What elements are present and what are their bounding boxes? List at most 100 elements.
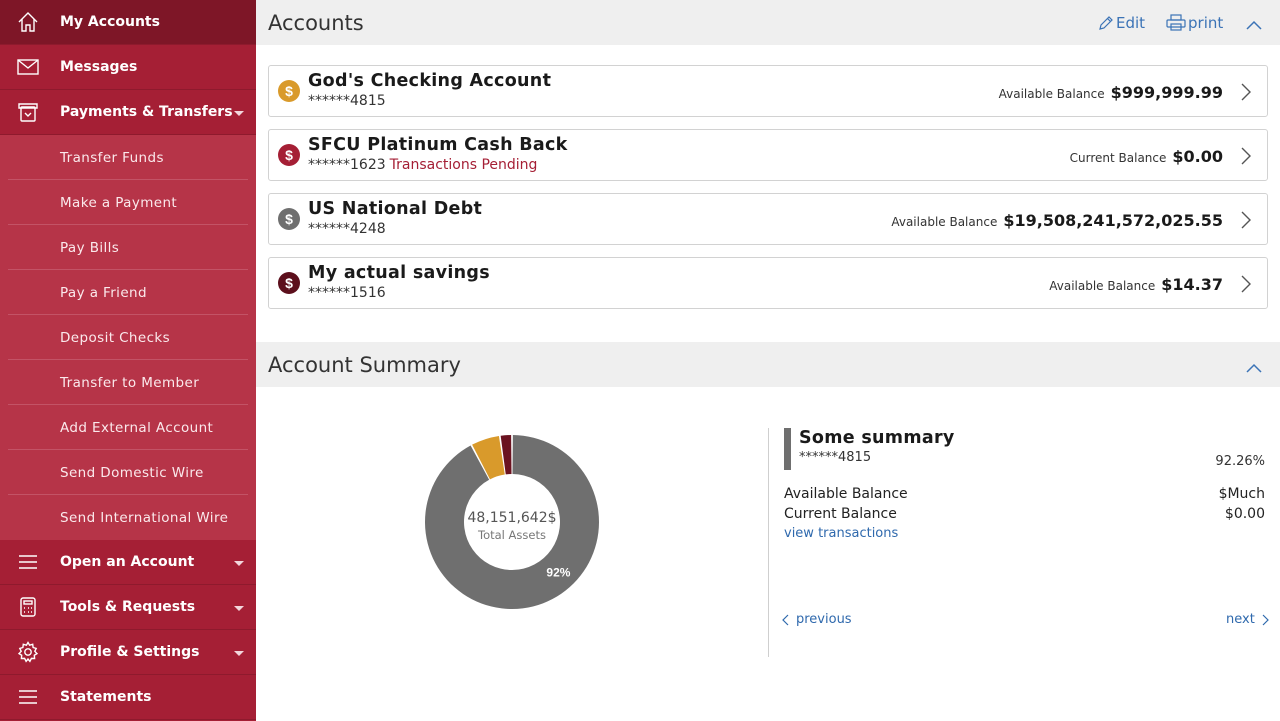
sidebar-subitem-label: Send International Wire [60,509,229,526]
collapse-summary-icon[interactable] [1246,363,1262,373]
sidebar-item-messages[interactable]: Messages [0,45,256,90]
account-name: US National Debt [308,199,483,219]
next-label: next [1226,612,1255,627]
account-card[interactable]: $ US National Debt ******4248 Available … [268,193,1268,245]
sidebar-subitem-pay-bills[interactable]: Pay Bills [0,225,256,270]
donut-segment-label: 92% [546,565,570,579]
sidebar-subitem-label: Pay a Friend [60,284,147,301]
summary-account-title: Some summary [799,428,955,448]
list-icon [17,686,39,708]
available-balance-label: Available Balance [784,486,908,502]
sidebar-subitem-international-wire[interactable]: Send International Wire [0,495,256,540]
sidebar-subitem-domestic-wire[interactable]: Send Domestic Wire [0,450,256,495]
edit-button[interactable]: Edit [1098,14,1145,32]
divider [768,428,769,657]
caret-down-icon [234,561,244,566]
sidebar-subitem-deposit-checks[interactable]: Deposit Checks [0,315,256,360]
caret-down-icon [234,651,244,656]
sidebar-item-label: Messages [60,59,138,75]
sidebar-subitem-label: Transfer Funds [60,149,164,166]
sidebar-item-open-account[interactable]: Open an Account [0,540,256,585]
caret-down-icon [234,606,244,611]
account-card[interactable]: $ My actual savings ******1516 Available… [268,257,1268,309]
summary-header: Account Summary [256,342,1280,387]
total-assets-label: Total Assets [478,528,546,542]
menu-icon [17,551,39,573]
sidebar-subitem-add-external[interactable]: Add External Account [0,405,256,450]
sidebar-subitem-label: Transfer to Member [60,374,200,391]
account-card[interactable]: $ SFCU Platinum Cash Back ******1623 Tran… [268,129,1268,181]
chevron-right-icon[interactable] [1241,83,1251,101]
home-icon [17,11,39,33]
print-button[interactable]: print [1166,14,1223,32]
account-balance: Available Balance $14.37 [1049,275,1223,294]
accounts-header: Accounts Edit print [256,0,1280,45]
account-number: ******1623 Transactions Pending [308,157,538,173]
sidebar-subitem-transfer-funds[interactable]: Transfer Funds [0,135,256,180]
sidebar-item-label: Open an Account [60,554,195,570]
current-balance-label: Current Balance [784,506,897,522]
summary-account-number: ******4815 [799,450,872,465]
previous-button[interactable]: previous [782,612,852,627]
summary-percent: 92.26% [1215,454,1265,469]
collapse-accounts-icon[interactable] [1246,20,1262,30]
accounts-title: Accounts [268,10,364,35]
view-transactions-link[interactable]: view transactions [784,526,898,541]
sidebar-item-statements[interactable]: Statements [0,675,256,720]
sidebar-subitem-transfer-member[interactable]: Transfer to Member [0,360,256,405]
calculator-icon [17,596,39,618]
sidebar-item-label: Profile & Settings [60,644,200,660]
sidebar-subitem-label: Make a Payment [60,194,178,211]
summary-color-bar [784,428,791,470]
chevron-left-icon [782,614,789,625]
sidebar-subitem-pay-friend[interactable]: Pay a Friend [0,270,256,315]
payments-icon [17,101,39,123]
chevron-right-icon[interactable] [1241,275,1251,293]
account-name: God's Checking Account [308,71,552,91]
main-content: Accounts Edit print $ God's Checking Acc… [256,0,1280,721]
sidebar-item-tools-requests[interactable]: Tools & Requests [0,585,256,630]
chevron-right-icon[interactable] [1241,211,1251,229]
chevron-right-icon [1262,614,1269,625]
sidebar-item-label: Tools & Requests [60,599,196,615]
sidebar: My Accounts Messages Payments & Transfer… [0,0,256,721]
sidebar-subitem-label: Send Domestic Wire [60,464,204,481]
account-number: ******1516 [308,285,386,301]
sidebar-subitem-make-payment[interactable]: Make a Payment [0,180,256,225]
sidebar-subitem-label: Deposit Checks [60,329,171,346]
available-balance-value: $Much [1218,486,1265,502]
edit-label: Edit [1116,13,1146,32]
chevron-right-icon[interactable] [1241,147,1251,165]
sidebar-subitem-label: Add External Account [60,419,214,436]
account-name: My actual savings [308,263,490,283]
caret-down-icon [234,111,244,116]
account-balance: Current Balance $0.00 [1069,147,1223,166]
summary-title: Account Summary [268,352,461,377]
account-balance: Available Balance $19,508,241,572,025.55 [891,211,1223,230]
sidebar-item-profile-settings[interactable]: Profile & Settings [0,630,256,675]
dollar-icon: $ [278,272,300,294]
sidebar-item-payments-transfers[interactable]: Payments & Transfers [0,90,256,135]
previous-label: previous [796,612,852,627]
current-balance-value: $0.00 [1224,506,1265,522]
next-button[interactable]: next [1226,612,1269,627]
sidebar-item-my-accounts[interactable]: My Accounts [0,0,256,45]
gear-icon [17,641,39,663]
account-card[interactable]: $ God's Checking Account ******4815 Avai… [268,65,1268,117]
pending-status: Transactions Pending [389,157,538,173]
account-name: SFCU Platinum Cash Back [308,135,568,155]
dollar-icon: $ [278,208,300,230]
dollar-icon: $ [278,80,300,102]
envelope-icon [17,56,39,78]
sidebar-item-label: Payments & Transfers [60,104,233,120]
sidebar-subitem-label: Pay Bills [60,239,120,256]
account-number: ******4815 [308,93,386,109]
account-number: ******4248 [308,221,386,237]
dollar-icon: $ [278,144,300,166]
printer-icon [1166,14,1186,31]
total-assets-value: 48,151,642$ [467,510,557,526]
account-balance: Available Balance $999,999.99 [998,83,1223,102]
sidebar-item-label: My Accounts [60,14,160,30]
pencil-icon [1099,15,1113,30]
sidebar-item-label: Statements [60,689,152,705]
